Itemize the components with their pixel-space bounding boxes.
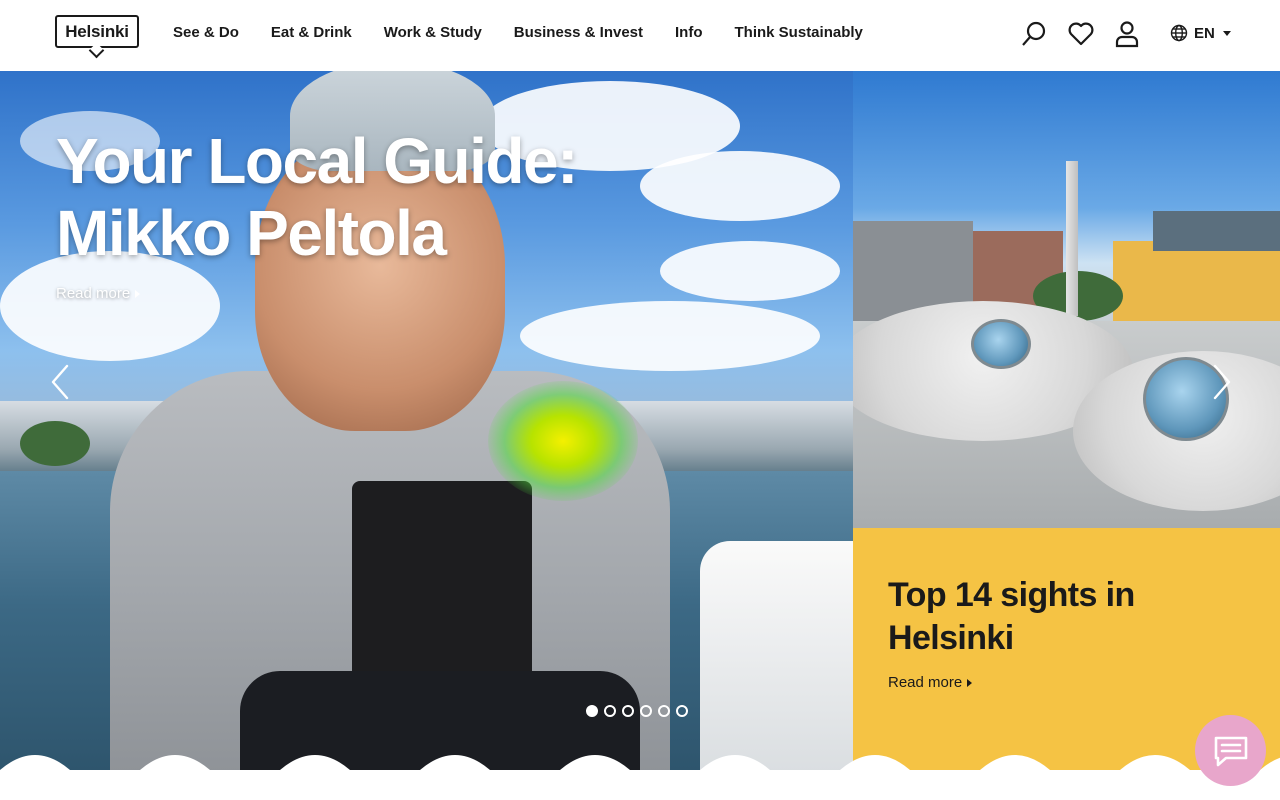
chat-button[interactable]: [1195, 715, 1266, 786]
obelisk-tower: [1066, 161, 1078, 316]
read-more-label: Read more: [56, 285, 131, 302]
nav-see-do[interactable]: See & Do: [173, 24, 239, 41]
carousel-dot-2[interactable]: [604, 705, 616, 717]
read-more-label: Read more: [888, 674, 963, 691]
building-shape: [1113, 241, 1280, 321]
nav-work-study[interactable]: Work & Study: [384, 24, 482, 41]
carousel-dot-3[interactable]: [622, 705, 634, 717]
nav-think-sustainably[interactable]: Think Sustainably: [735, 24, 863, 41]
wave-divider: [0, 740, 1280, 800]
carousel-dots: [586, 705, 688, 717]
gaze-heatmap-blob: [488, 381, 638, 501]
search-icon[interactable]: [1020, 20, 1048, 48]
user-icon[interactable]: [1113, 20, 1141, 48]
hero-title: Your Local Guide: Mikko Peltola: [56, 125, 578, 269]
hero-slide-image[interactable]: Your Local Guide: Mikko Peltola Read mor…: [0, 71, 853, 770]
nav-info[interactable]: Info: [675, 24, 703, 41]
language-code: EN: [1194, 24, 1215, 42]
chevron-right-icon[interactable]: [1212, 364, 1232, 400]
nav-eat-drink[interactable]: Eat & Drink: [271, 24, 352, 41]
site-header: Helsinki See & Do Eat & Drink Work & Stu…: [0, 0, 1280, 71]
caret-right-icon: [967, 678, 973, 687]
hero-read-more-link[interactable]: Read more: [56, 285, 141, 302]
tree-shape: [20, 421, 90, 466]
nav-business-invest[interactable]: Business & Invest: [514, 24, 643, 41]
card-title: Top 14 sights in Helsinki: [888, 576, 1135, 657]
language-selector[interactable]: EN: [1170, 24, 1231, 42]
carousel-dot-5[interactable]: [658, 705, 670, 717]
carousel-dot-1[interactable]: [586, 705, 598, 717]
skylight-window: [971, 319, 1031, 369]
helsinki-logo[interactable]: Helsinki: [55, 15, 139, 59]
sights-image[interactable]: [853, 71, 1280, 528]
boat-hull: [700, 541, 853, 770]
caret-right-icon: [135, 289, 141, 298]
card-read-more-link[interactable]: Read more: [888, 674, 973, 691]
carousel-dot-4[interactable]: [640, 705, 652, 717]
building-shape: [1153, 211, 1280, 251]
heart-icon[interactable]: [1067, 20, 1095, 48]
logo-text: Helsinki: [65, 22, 129, 41]
cloud-shape: [660, 241, 840, 301]
chevron-down-icon: [1222, 30, 1231, 36]
cloud-shape: [520, 301, 820, 371]
carousel-dot-6[interactable]: [676, 705, 688, 717]
cloud-shape: [640, 151, 840, 221]
main-nav: See & Do Eat & Drink Work & Study Busine…: [173, 24, 863, 41]
globe-icon: [1170, 24, 1188, 42]
chevron-left-icon[interactable]: [50, 364, 70, 400]
chat-icon: [1212, 734, 1250, 768]
